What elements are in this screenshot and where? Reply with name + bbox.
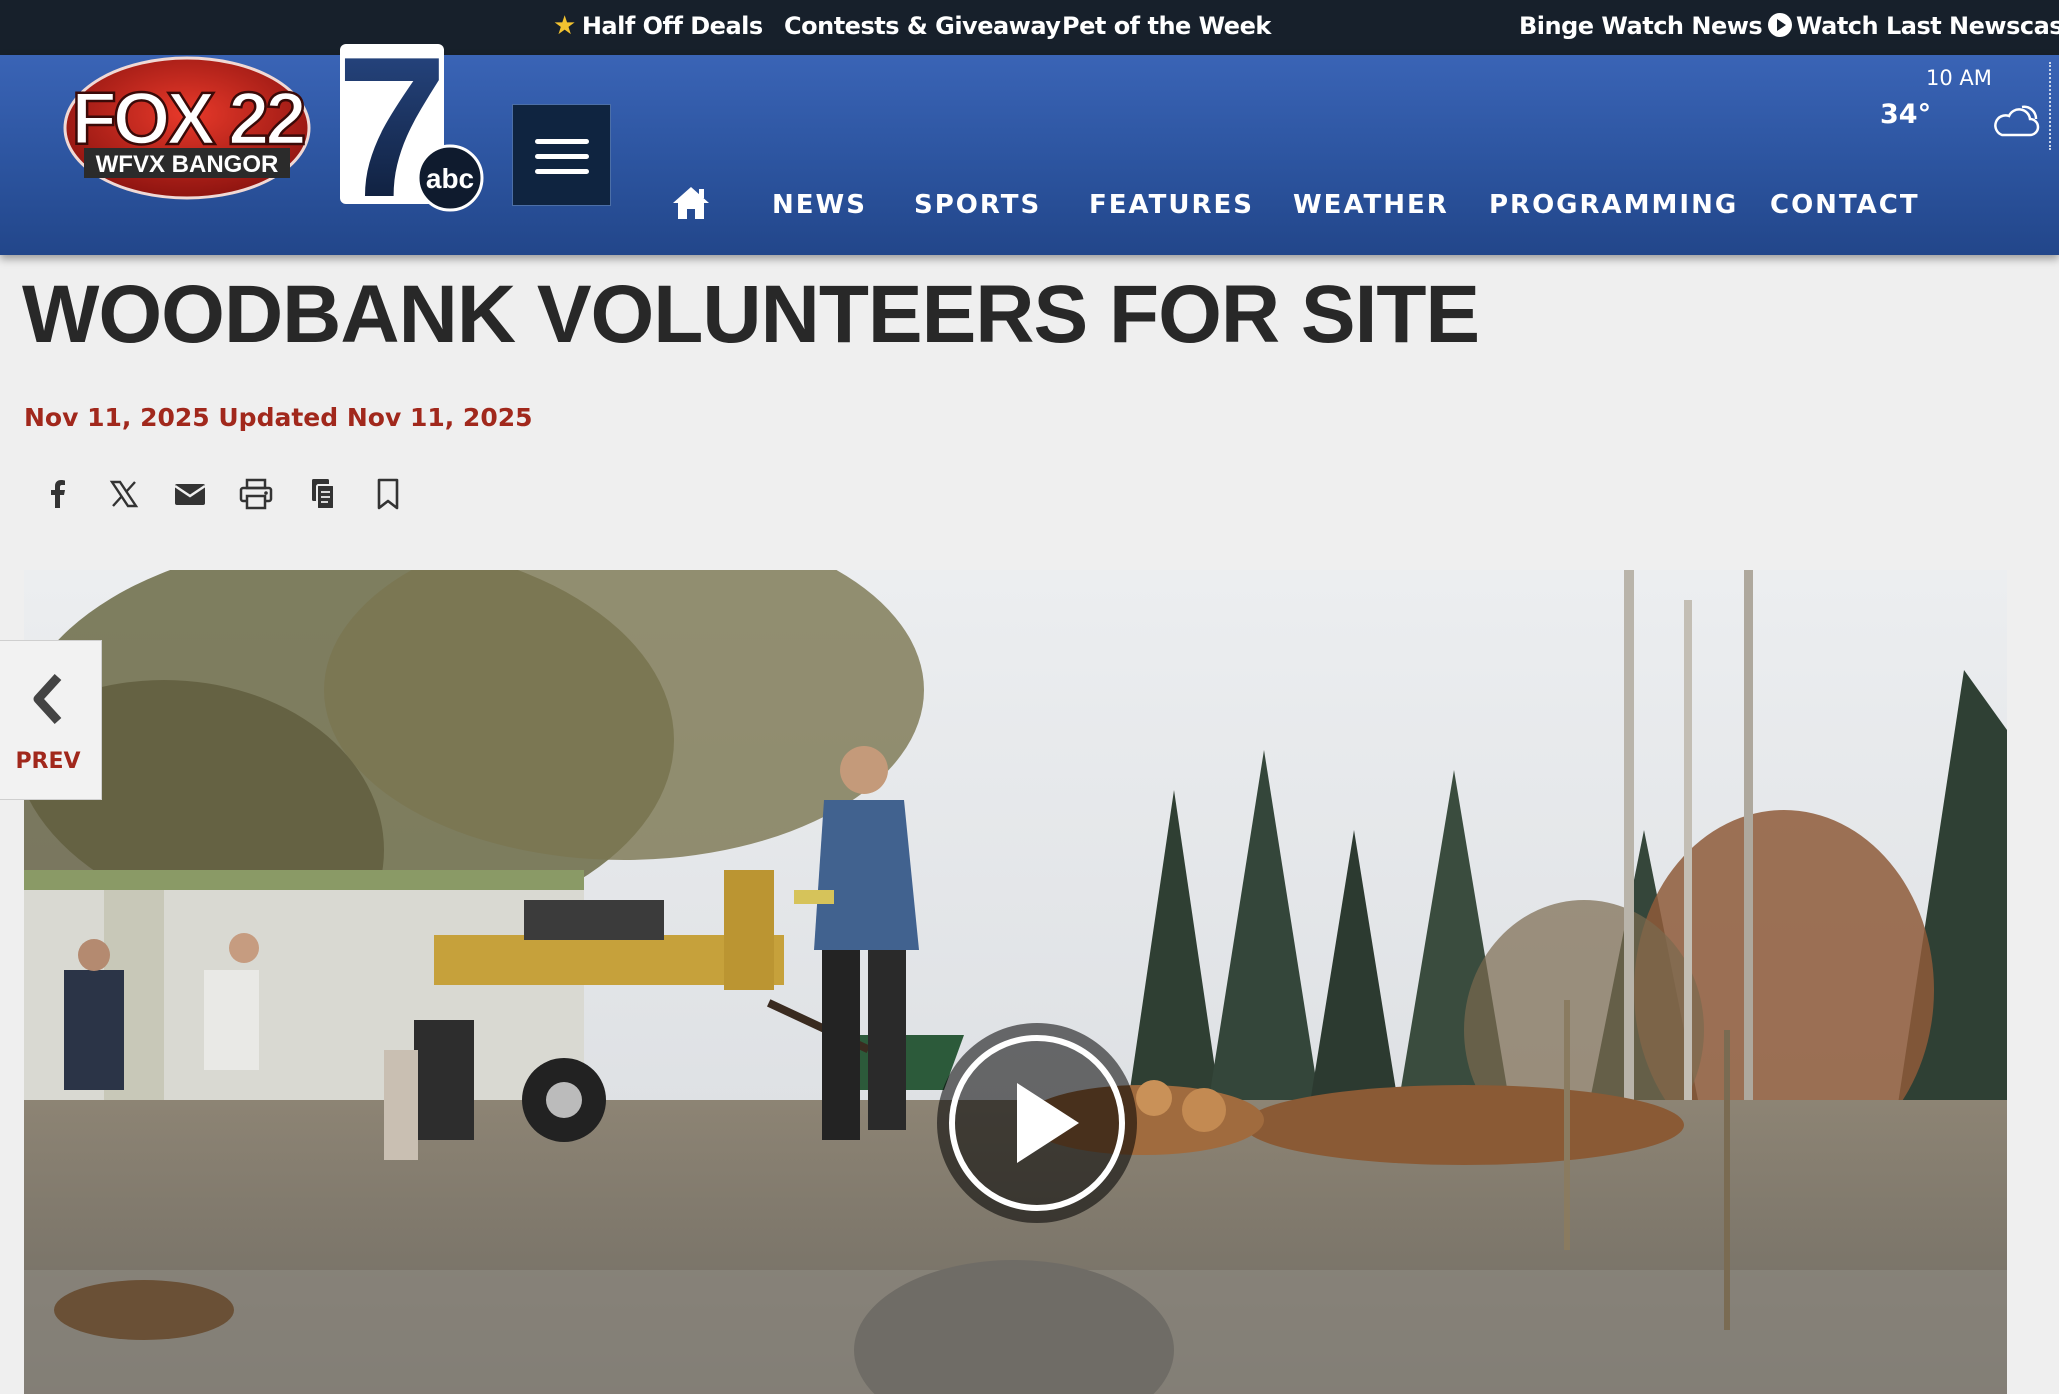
print-icon[interactable] bbox=[238, 476, 274, 512]
binge-watch-news-link[interactable]: Binge Watch News bbox=[1519, 0, 1793, 55]
facebook-icon[interactable] bbox=[40, 476, 76, 512]
copy-icon[interactable] bbox=[304, 476, 340, 512]
watch-last-newscast-link[interactable]: Watch Last Newscast bbox=[1796, 0, 2059, 55]
star-icon: ★ bbox=[553, 11, 576, 41]
half-off-deals-label: Half Off Deals bbox=[581, 12, 763, 40]
cloud-icon bbox=[1994, 105, 2040, 137]
prev-label: PREV bbox=[15, 749, 81, 774]
article-dateline: Nov 11, 2025 Updated Nov 11, 2025 bbox=[24, 403, 533, 432]
pet-of-the-week-link[interactable]: Pet of the Week bbox=[1062, 0, 1271, 55]
nav-contact[interactable]: CONTACT bbox=[1770, 187, 1920, 223]
prev-article-button[interactable]: PREV bbox=[0, 640, 102, 800]
fox22-logo[interactable]: FOX 22 WFVX BANGOR bbox=[62, 56, 312, 200]
abc7-logo[interactable]: 7 abc bbox=[336, 40, 486, 220]
contests-link[interactable]: Contests & Giveaway bbox=[784, 0, 1061, 55]
video-thumbnail bbox=[24, 570, 2007, 1394]
weather-divider bbox=[2049, 62, 2051, 150]
binge-watch-news-label: Binge Watch News bbox=[1519, 12, 1763, 40]
weather-temperature: 34° bbox=[1880, 99, 1932, 130]
nav-sports[interactable]: SPORTS bbox=[914, 187, 1041, 223]
chevron-left-icon bbox=[33, 673, 62, 725]
play-icon bbox=[1017, 1083, 1079, 1163]
video-player[interactable] bbox=[24, 570, 2007, 1394]
nav-news[interactable]: NEWS bbox=[772, 187, 867, 223]
nav-features[interactable]: FEATURES bbox=[1089, 187, 1254, 223]
nav-weather[interactable]: WEATHER bbox=[1293, 187, 1449, 223]
nav-programming[interactable]: PROGRAMMING bbox=[1489, 187, 1738, 223]
play-circle-icon bbox=[1768, 13, 1793, 37]
menu-button[interactable] bbox=[512, 104, 611, 206]
play-button[interactable] bbox=[937, 1023, 1137, 1223]
article-headline: WOODBANK VOLUNTEERS FOR SITE bbox=[22, 269, 1480, 360]
bookmark-icon[interactable] bbox=[370, 476, 406, 512]
fox22-logo-subtext: WFVX BANGOR bbox=[96, 151, 279, 178]
home-icon[interactable] bbox=[671, 185, 711, 221]
weather-time: 10 AM bbox=[1926, 66, 1992, 90]
half-off-deals-link[interactable]: ★ Half Off Deals bbox=[553, 0, 763, 55]
fox22-logo-text: FOX 22 bbox=[72, 77, 305, 160]
email-icon[interactable] bbox=[172, 476, 208, 512]
x-icon[interactable] bbox=[106, 476, 142, 512]
top-utility-bar: ★ Half Off Deals Contests & Giveaway Pet … bbox=[0, 0, 2059, 55]
abc7-logo-text: abc bbox=[426, 163, 474, 194]
